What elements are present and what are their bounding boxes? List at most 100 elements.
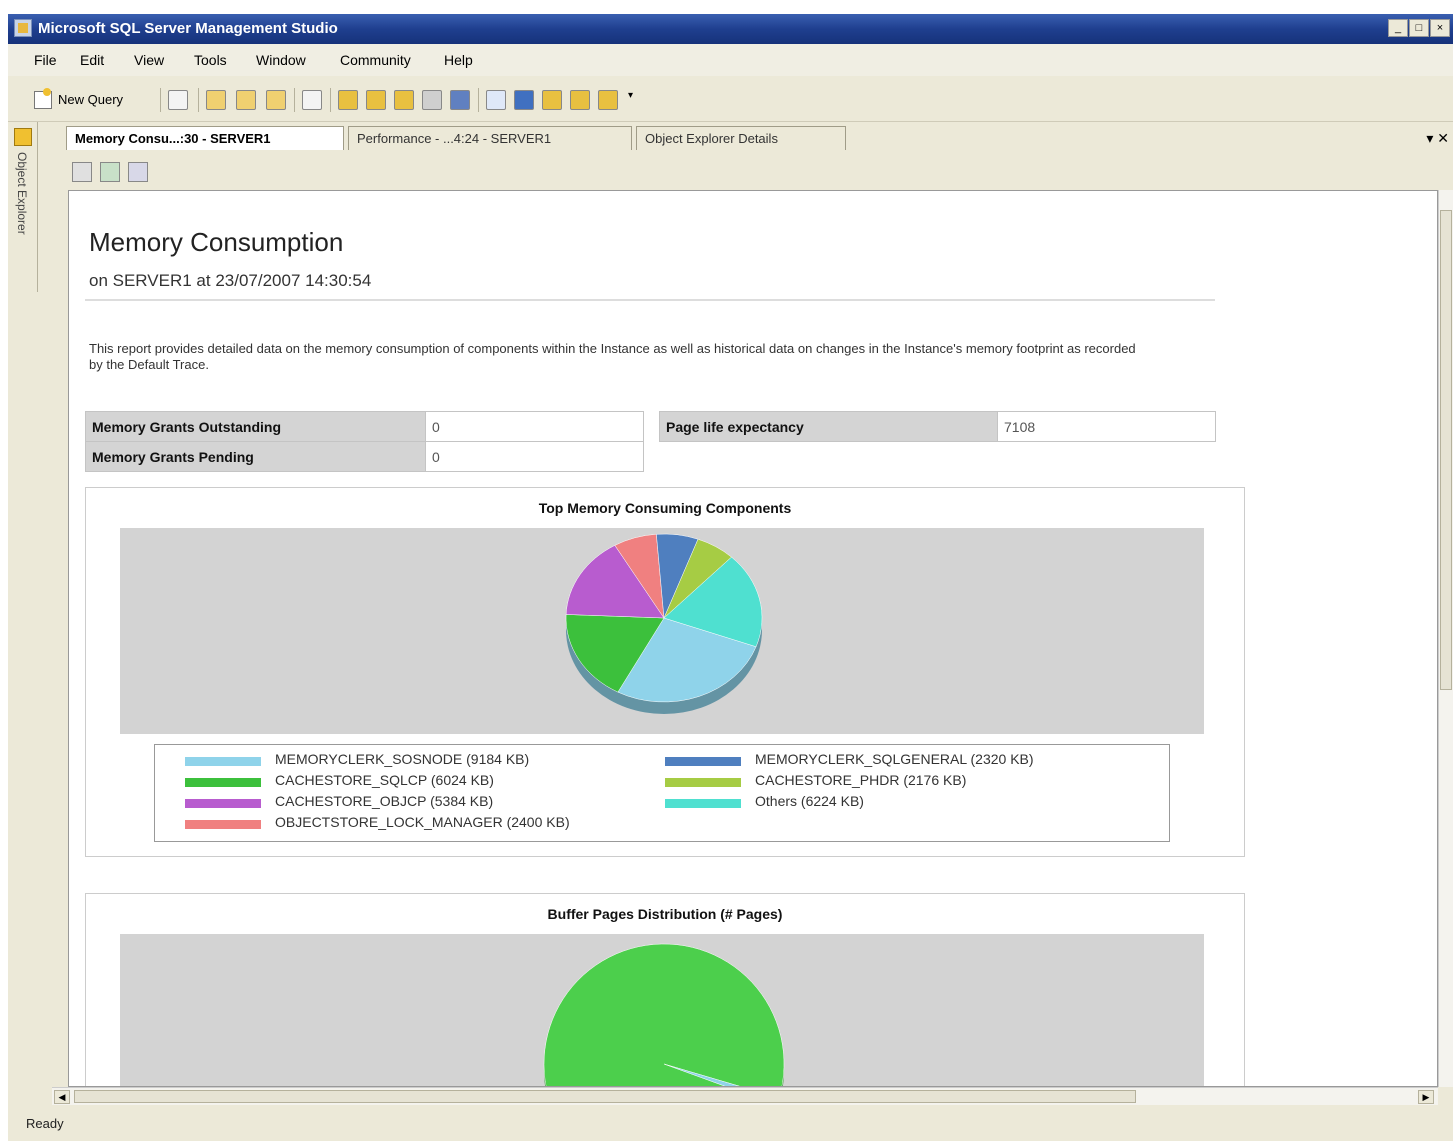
object-explorer-icon[interactable] <box>514 90 534 110</box>
object-explorer-collapsed-panel[interactable]: Object Explorer <box>8 122 38 292</box>
tab-memory-consumption[interactable]: Memory Consu...:30 - SERVER1 <box>66 126 344 150</box>
toolbar-separator <box>478 88 479 112</box>
toolbar-separator <box>330 88 331 112</box>
report-print-icon[interactable] <box>128 162 148 182</box>
scrollbar-thumb[interactable] <box>74 1090 1136 1103</box>
toolbar-separator <box>294 88 295 112</box>
object-explorer-label: Object Explorer <box>15 152 29 235</box>
title-bar[interactable]: Microsoft SQL Server Management Studio _… <box>8 14 1453 44</box>
analysis-services-query-icon[interactable] <box>236 90 256 110</box>
legend-swatch <box>665 778 741 787</box>
window-title: Microsoft SQL Server Management Studio <box>38 20 338 37</box>
report-description: This report provides detailed data on th… <box>89 341 1136 372</box>
stat-key: Memory Grants Pending <box>85 441 426 472</box>
stat-key: Memory Grants Outstanding <box>85 411 426 442</box>
open-file-icon[interactable] <box>302 90 322 110</box>
table-row: Memory Grants Pending 0 <box>85 441 644 472</box>
new-query-button[interactable]: New Query <box>30 88 123 112</box>
menu-bar: File Edit View Tools Window Community He… <box>8 44 1453 76</box>
pie-chart-svg <box>565 533 763 714</box>
chart-title: Top Memory Consuming Components <box>538 500 792 516</box>
menu-community[interactable]: Community <box>340 52 411 68</box>
memory-grants-table: Memory Grants Outstanding 0 Memory Grant… <box>85 411 644 472</box>
table-row: Memory Grants Outstanding 0 <box>85 411 644 442</box>
chart-legend: MEMORYCLERK_SOSNODE (9184 KB) CACHESTORE_… <box>154 744 1170 842</box>
legend-label: CACHESTORE_SQLCP (6024 KB) <box>275 772 494 788</box>
legend-swatch <box>185 820 261 829</box>
toolbar-separator <box>160 88 161 112</box>
plot-area <box>120 934 1204 1086</box>
buffer-pages-chart: Buffer Pages Distribution (# Pages) <box>85 893 1245 1086</box>
mobile-query-icon[interactable] <box>266 90 286 110</box>
plot-area <box>120 528 1204 734</box>
template-explorer-icon[interactable] <box>542 90 562 110</box>
tab-object-explorer-details[interactable]: Object Explorer Details <box>636 126 846 150</box>
menu-window[interactable]: Window <box>256 52 306 68</box>
object-explorer-icon <box>14 128 32 146</box>
legend-label: CACHESTORE_PHDR (2176 KB) <box>755 772 967 788</box>
save-icon[interactable] <box>422 90 442 110</box>
standard-toolbar: New Query ▾ <box>8 76 1453 122</box>
app-icon <box>14 19 32 37</box>
stat-value: 0 <box>425 411 644 442</box>
report-viewer: Memory Consumption on SERVER1 at 23/07/2… <box>68 190 1438 1087</box>
legend-swatch <box>185 799 261 808</box>
legend-label: Others (6224 KB) <box>755 793 864 809</box>
report-toolbar <box>66 154 1453 188</box>
close-button[interactable]: × <box>1430 19 1450 37</box>
properties-window-icon[interactable] <box>570 90 590 110</box>
toolbar-overflow-icon[interactable]: ▾ <box>628 90 640 110</box>
menu-tools[interactable]: Tools <box>194 52 227 68</box>
new-query-label: New Query <box>58 92 124 107</box>
horizontal-scrollbar[interactable]: ◀ ▶ <box>52 1087 1438 1105</box>
page-life-table: Page life expectancy 7108 <box>659 411 1216 442</box>
legend-label: OBJECTSTORE_LOCK_MANAGER (2400 KB) <box>275 814 570 830</box>
stat-key: Page life expectancy <box>659 411 998 442</box>
new-query-icon <box>34 88 52 109</box>
scrollbar-thumb[interactable] <box>1440 210 1452 690</box>
new-file-icon[interactable] <box>168 90 188 110</box>
legend-label: MEMORYCLERK_SOSNODE (9184 KB) <box>275 751 530 767</box>
title-divider <box>85 299 1215 301</box>
registered-servers-icon[interactable] <box>486 90 506 110</box>
minimize-button[interactable]: _ <box>1388 19 1408 37</box>
pie-slice <box>543 943 785 1086</box>
menu-edit[interactable]: Edit <box>80 52 104 68</box>
scroll-right-button[interactable]: ▶ <box>1418 1090 1434 1104</box>
pie-chart-svg <box>543 943 785 1086</box>
report-refresh-icon[interactable] <box>100 162 120 182</box>
report-subtitle: on SERVER1 at 23/07/2007 14:30:54 <box>89 271 372 290</box>
tab-close-controls[interactable]: ▾ ✕ <box>1426 130 1449 147</box>
legend-swatch <box>665 799 741 808</box>
ssms-window: Microsoft SQL Server Management Studio _… <box>8 14 1453 1141</box>
top-memory-components-chart: Top Memory Consuming Components MEMORYCL… <box>85 487 1245 857</box>
vertical-scrollbar[interactable] <box>1438 190 1453 1087</box>
toolbar-separator <box>198 88 199 112</box>
stat-value: 0 <box>425 441 644 472</box>
database-engine-query-icon[interactable] <box>206 90 226 110</box>
document-tabs: Memory Consu...:30 - SERVER1 Performance… <box>66 126 1453 150</box>
maximize-button[interactable]: □ <box>1409 19 1429 37</box>
menu-help[interactable]: Help <box>444 52 473 68</box>
legend-label: MEMORYCLERK_SQLGENERAL (2320 KB) <box>755 751 1034 767</box>
table-row: Page life expectancy 7108 <box>659 411 1216 442</box>
scroll-left-button[interactable]: ◀ <box>54 1090 70 1104</box>
toolbox-icon[interactable] <box>598 90 618 110</box>
open-project-icon[interactable] <box>366 90 386 110</box>
menu-file[interactable]: File <box>34 52 57 68</box>
status-text: Ready <box>26 1116 64 1131</box>
legend-label: CACHESTORE_OBJCP (5384 KB) <box>275 793 494 809</box>
status-bar: Ready <box>8 1105 1453 1141</box>
report-title: Memory Consumption <box>89 227 344 257</box>
add-item-icon[interactable] <box>394 90 414 110</box>
open-folder-icon[interactable] <box>338 90 358 110</box>
tab-performance[interactable]: Performance - ...4:24 - SERVER1 <box>348 126 632 150</box>
menu-view[interactable]: View <box>134 52 164 68</box>
legend-swatch <box>185 757 261 766</box>
report-back-icon[interactable] <box>72 162 92 182</box>
save-all-icon[interactable] <box>450 90 470 110</box>
legend-swatch <box>665 757 741 766</box>
legend-swatch <box>185 778 261 787</box>
chart-title: Buffer Pages Distribution (# Pages) <box>547 906 783 922</box>
stat-value: 7108 <box>997 411 1216 442</box>
